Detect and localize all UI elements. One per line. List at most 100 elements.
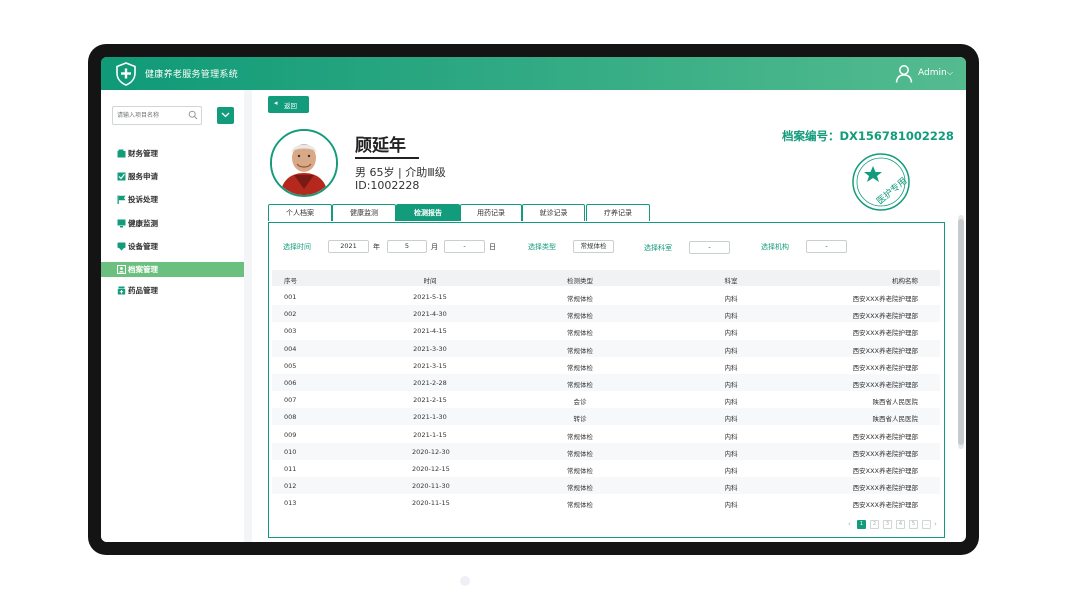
row-index: 005 bbox=[284, 361, 297, 370]
medicine-icon bbox=[117, 286, 126, 295]
row-org: 陕西省人民医院 bbox=[872, 415, 919, 424]
row-dept: 内科 bbox=[724, 329, 738, 338]
page-ellipsis[interactable]: ... bbox=[922, 520, 931, 529]
table-row[interactable]: 010 2020-12-30 常规体检 内科 西安XXX养老院护理部 bbox=[272, 442, 940, 460]
type-filter-label: 选择类型 bbox=[528, 243, 556, 251]
table-row[interactable]: 012 2020-11-30 常规体检 内科 西安XXX养老院护理部 bbox=[272, 477, 940, 495]
row-type: 常规体检 bbox=[567, 363, 593, 372]
row-index: 011 bbox=[284, 465, 297, 473]
search-icon[interactable] bbox=[188, 110, 198, 120]
stamp-text: 医护专用 bbox=[874, 175, 909, 207]
row-org: 西安XXX养老院护理部 bbox=[852, 295, 918, 303]
page-button[interactable]: 5 bbox=[909, 520, 918, 529]
tab-health-monitor[interactable]: 健康监测 bbox=[332, 204, 396, 221]
profile-icon bbox=[117, 265, 126, 274]
row-dept: 内科 bbox=[724, 381, 738, 389]
star-icon bbox=[864, 166, 882, 182]
type-select[interactable]: 常规体检 bbox=[573, 240, 614, 253]
dept-select[interactable]: - bbox=[689, 241, 730, 254]
row-org: 西安XXX养老院护理部 bbox=[852, 381, 918, 389]
row-index: 002 bbox=[284, 310, 297, 319]
search-box[interactable] bbox=[112, 106, 202, 125]
table-row[interactable]: 005 2021-3-15 常规体检 内科 西安XXX养老院护理部 bbox=[272, 357, 940, 374]
user-icon[interactable] bbox=[895, 64, 913, 83]
tab-visit-record[interactable]: 就诊记录 bbox=[522, 204, 585, 221]
scrollbar-thumb[interactable] bbox=[958, 219, 964, 445]
column-header[interactable]: 机构名称 bbox=[842, 275, 918, 285]
sidebar-item-medicine[interactable]: 药品管理 bbox=[101, 283, 244, 298]
home-indicator bbox=[460, 576, 470, 586]
row-dept: 内科 bbox=[724, 501, 738, 510]
tab-test-report[interactable]: 检测报告 bbox=[396, 204, 460, 221]
row-dept: 内科 bbox=[724, 398, 738, 407]
dept-filter-label: 选择科室 bbox=[644, 244, 672, 252]
row-org: 西安XXX养老院护理部 bbox=[852, 432, 918, 441]
month-select[interactable]: 5 bbox=[387, 240, 427, 253]
row-date: 2020-12-30 bbox=[412, 447, 450, 456]
year-select[interactable]: 2021 bbox=[328, 240, 369, 253]
page-button[interactable]: 4 bbox=[896, 520, 905, 529]
patient-photo bbox=[272, 131, 336, 195]
row-index: 010 bbox=[284, 447, 297, 456]
sidebar-item-health-monitor[interactable]: 健康监测 bbox=[101, 216, 244, 231]
sidebar-item-complaint[interactable]: 投诉处理 bbox=[101, 192, 244, 207]
row-type: 常规体检 bbox=[567, 432, 593, 441]
row-dept: 内科 bbox=[724, 484, 738, 493]
row-type: 常规体检 bbox=[567, 484, 593, 493]
table-row[interactable]: 006 2021-2-28 常规体检 内科 西安XXX养老院护理部 bbox=[272, 374, 940, 391]
row-org: 西安XXX养老院护理部 bbox=[852, 449, 918, 458]
content-gutter bbox=[244, 90, 252, 542]
row-index: 006 bbox=[284, 379, 297, 387]
sidebar-item-service[interactable]: 服务申请 bbox=[101, 169, 244, 184]
next-page-icon[interactable]: › bbox=[934, 520, 937, 528]
row-type: 常规体检 bbox=[567, 467, 593, 475]
table-row[interactable]: 008 2021-1-30 转诊 内科 陕西省人民医院 bbox=[272, 408, 940, 426]
row-date: 2021-4-15 bbox=[413, 327, 447, 336]
shield-cross-logo-icon bbox=[116, 62, 136, 86]
dropdown-button[interactable] bbox=[217, 107, 234, 124]
tab-rehab-record[interactable]: 疗养记录 bbox=[586, 204, 650, 221]
table-row[interactable]: 011 2020-12-15 常规体检 内科 西安XXX养老院护理部 bbox=[272, 460, 940, 477]
tab-medication-record[interactable]: 用药记录 bbox=[460, 204, 522, 221]
prev-page-icon[interactable]: ‹ bbox=[848, 520, 851, 528]
row-dept: 内科 bbox=[724, 346, 738, 355]
row-index: 004 bbox=[284, 344, 297, 353]
column-header[interactable]: 科室 bbox=[718, 275, 744, 285]
row-index: 007 bbox=[284, 396, 297, 405]
table-row[interactable]: 003 2021-4-15 常规体检 内科 西安XXX养老院护理部 bbox=[272, 322, 940, 339]
search-input[interactable] bbox=[117, 109, 183, 121]
day-select[interactable]: - bbox=[444, 240, 485, 253]
medical-stamp: 医护专用 bbox=[852, 153, 910, 211]
app-title: 健康养老服务管理系统 bbox=[145, 70, 239, 80]
table-row[interactable]: 007 2021-2-15 会诊 内科 陕西省人民医院 bbox=[272, 391, 940, 408]
sidebar-item-device[interactable]: 设备管理 bbox=[101, 239, 244, 254]
row-dept: 内科 bbox=[724, 312, 738, 321]
row-date: 2021-5-15 bbox=[413, 293, 447, 301]
row-date: 2021-3-15 bbox=[413, 361, 447, 370]
day-unit: 日 bbox=[489, 243, 496, 251]
row-index: 003 bbox=[284, 327, 297, 336]
chevron-down-icon[interactable]: ⌵ bbox=[947, 68, 953, 78]
table-row[interactable]: 001 2021-5-15 常规体检 内科 西安XXX养老院护理部 bbox=[272, 288, 940, 305]
row-date: 2021-1-30 bbox=[413, 413, 447, 422]
back-button[interactable]: ◂ 返回 bbox=[268, 96, 309, 113]
row-date: 2021-1-15 bbox=[413, 430, 447, 439]
org-select[interactable]: - bbox=[806, 240, 847, 253]
page-button[interactable]: 3 bbox=[883, 520, 892, 529]
tab-personal-record[interactable]: 个人档案 bbox=[268, 204, 332, 221]
table-row[interactable]: 013 2020-11-15 常规体检 内科 西安XXX养老院护理部 bbox=[272, 494, 940, 511]
table-row[interactable]: 009 2021-1-15 常规体检 内科 西安XXX养老院护理部 bbox=[272, 426, 940, 443]
checkbox-icon bbox=[117, 172, 126, 181]
table-row[interactable]: 004 2021-3-30 常规体检 内科 西安XXX养老院护理部 bbox=[272, 339, 940, 357]
column-header[interactable]: 检测类型 bbox=[562, 275, 598, 285]
page-button[interactable]: 1 bbox=[857, 520, 866, 529]
row-type: 常规体检 bbox=[567, 381, 593, 389]
user-name[interactable]: Admin bbox=[918, 68, 947, 78]
row-org: 西安XXX养老院护理部 bbox=[852, 312, 918, 321]
column-header[interactable]: 时间 bbox=[412, 275, 448, 285]
page-button[interactable]: 2 bbox=[870, 520, 879, 529]
row-dept: 内科 bbox=[724, 415, 738, 424]
sidebar-item-records[interactable]: 档案管理 bbox=[101, 262, 244, 277]
sidebar-item-finance[interactable]: 财务管理 bbox=[101, 146, 244, 161]
table-row[interactable]: 002 2021-4-30 常规体检 内科 西安XXX养老院护理部 bbox=[272, 305, 940, 323]
